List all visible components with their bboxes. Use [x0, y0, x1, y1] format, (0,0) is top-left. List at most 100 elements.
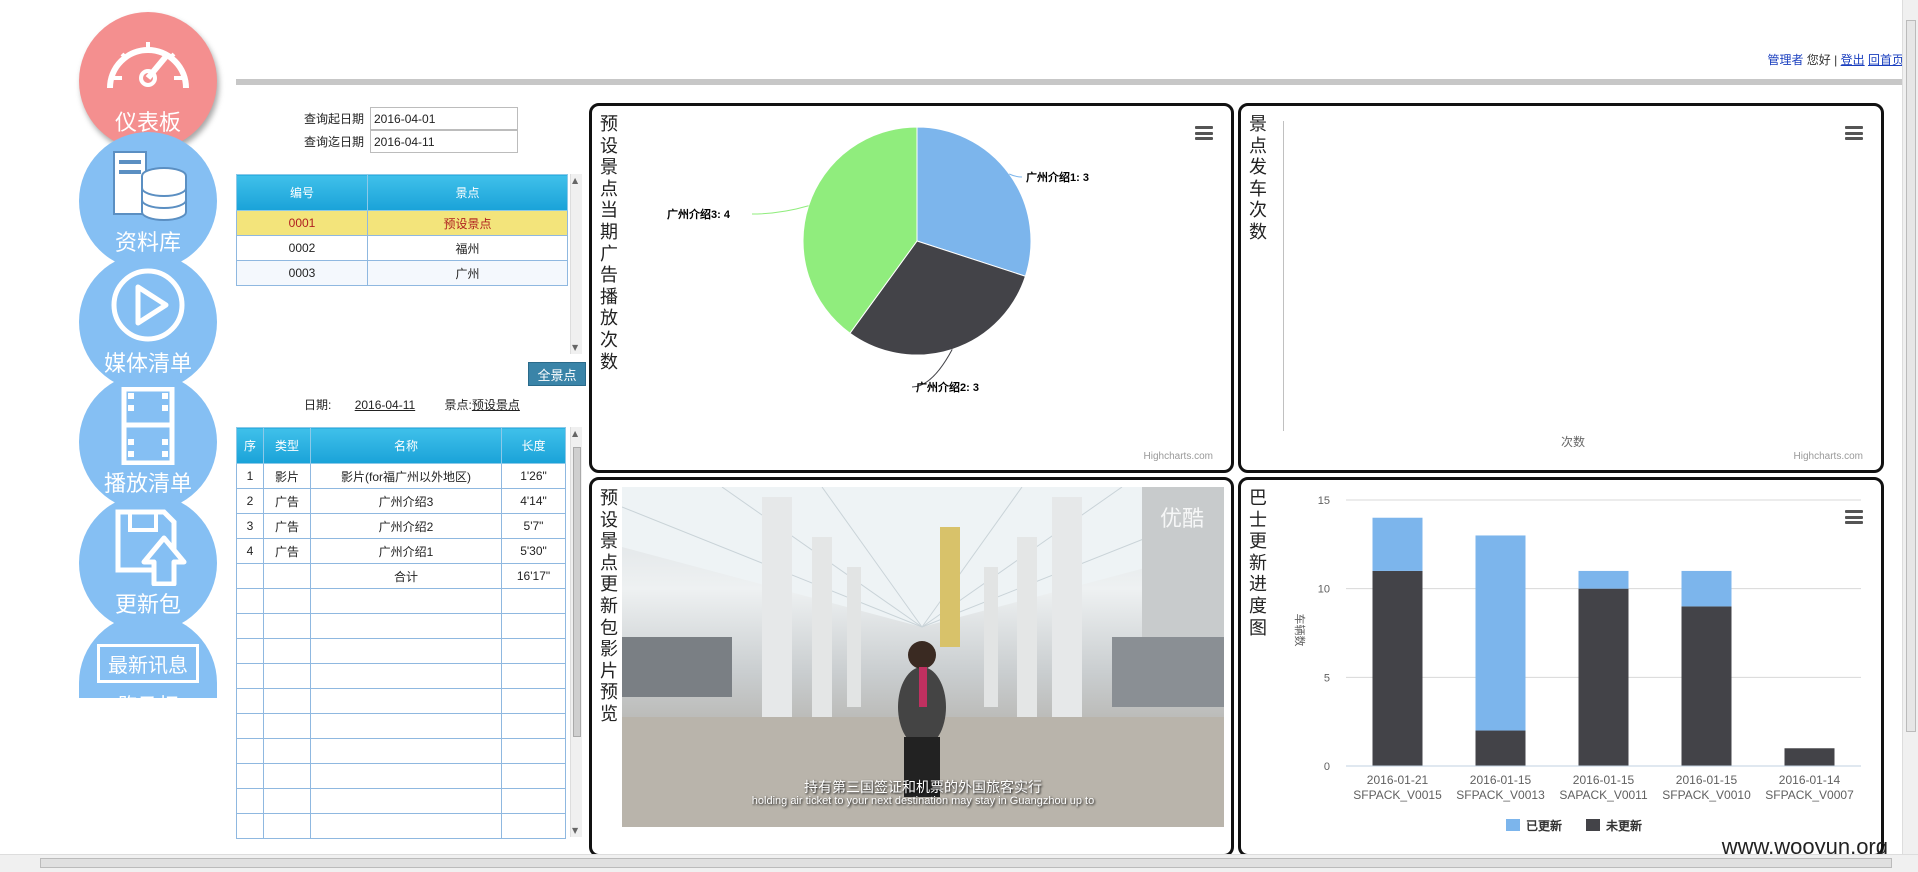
- col-header-type: 类型: [263, 427, 311, 464]
- length-cell: 5'7": [501, 513, 566, 539]
- y-tick-label: 15: [1318, 495, 1330, 507]
- empty-cell: [263, 563, 311, 589]
- empty-row: [236, 688, 566, 714]
- media-row[interactable]: 4 广告 广州介绍1 5'30": [236, 538, 566, 564]
- col-header-length: 长度: [501, 427, 566, 464]
- media-row[interactable]: 1 影片 影片(for福广州以外地区) 1'26": [236, 463, 566, 489]
- x-tick-label: SFPACK_V0013: [1456, 788, 1545, 802]
- empty-row: [236, 638, 566, 664]
- legend-swatch[interactable]: [1506, 819, 1520, 831]
- bar-updated[interactable]: [1475, 535, 1526, 731]
- page-horizontal-scrollbar[interactable]: [0, 854, 1918, 872]
- col-header-id: 编号: [236, 174, 368, 211]
- page: 仪表板资料库媒体清单播放清单更新包最新讯息跑马灯 管理者 您好 | 登出 回首页…: [0, 0, 1918, 872]
- spot-row[interactable]: 0002 福州: [236, 235, 568, 261]
- spot-label: 景点:: [444, 398, 472, 412]
- spot-value[interactable]: 预设景点: [472, 398, 520, 412]
- y-tick-label: 0: [1324, 761, 1330, 773]
- name-cell: 广州介绍3: [310, 488, 502, 514]
- y-axis-label: 车辆数: [1293, 614, 1307, 647]
- nav-item-5[interactable]: 最新讯息跑马灯: [79, 614, 217, 698]
- y-tick-label: 5: [1324, 672, 1330, 684]
- bar-updated[interactable]: [1372, 517, 1423, 571]
- page-vertical-scrollbar[interactable]: [1902, 0, 1918, 854]
- page-hscroll-thumb[interactable]: [40, 858, 1892, 868]
- end-date-input[interactable]: [370, 130, 518, 153]
- user-role: 管理者: [1767, 53, 1804, 67]
- nav-item-2[interactable]: 媒体清单: [79, 253, 217, 391]
- x-tick-label: 2016-01-15: [1573, 773, 1635, 787]
- pie-chart: 广州介绍1: 3 广州介绍2: 3 广州介绍3: 4: [667, 126, 1089, 394]
- spot-id-cell: 0003: [236, 260, 368, 286]
- pie-data-label-2: 广州介绍2: 3: [916, 380, 979, 394]
- x-tick-label: SAPACK_V0011: [1559, 788, 1648, 802]
- start-date-row: 查询起日期: [304, 107, 518, 130]
- empty-row: [236, 813, 566, 839]
- end-date-row: 查询迄日期: [304, 130, 518, 153]
- trips-chart-panel: 景点发车次数 次数 Highcharts.com: [1238, 103, 1884, 473]
- legend-item: 未更新: [1605, 818, 1642, 833]
- bar-pending[interactable]: [1681, 606, 1732, 766]
- subtitle-en: holding air ticket to your next destinat…: [751, 795, 1095, 807]
- total-value: 16'17": [501, 563, 566, 589]
- home-link[interactable]: 回首页: [1868, 53, 1904, 67]
- x-tick-label: 2016-01-15: [1470, 773, 1532, 787]
- empty-row: [236, 588, 566, 614]
- media-row[interactable]: 3 广告 广州介绍2 5'7": [236, 513, 566, 539]
- start-date-label: 查询起日期: [304, 112, 365, 126]
- start-date-input[interactable]: [370, 107, 518, 130]
- bar-pending[interactable]: [1578, 588, 1629, 766]
- legend-item: 已更新: [1526, 818, 1562, 833]
- seq-cell: 1: [236, 463, 264, 489]
- pie-data-label-1: 广州介绍1: 3: [1026, 170, 1089, 184]
- empty-row: [236, 613, 566, 639]
- name-cell: 广州介绍1: [310, 538, 502, 564]
- bar-pending[interactable]: [1372, 570, 1423, 766]
- col-header-name: 名称: [310, 427, 502, 464]
- total-label: 合计: [310, 563, 502, 589]
- date-value[interactable]: 2016-04-11: [355, 398, 416, 412]
- news-icon: 最新讯息: [97, 644, 199, 683]
- bar-pending[interactable]: [1475, 730, 1526, 766]
- spot-name-cell: 广州: [367, 260, 568, 286]
- date-label: 日期:: [304, 398, 332, 412]
- bar-updated[interactable]: [1681, 570, 1732, 607]
- save-upload-icon: [102, 508, 194, 592]
- separator: |: [1834, 53, 1838, 67]
- highcharts-credit[interactable]: Highcharts.com: [1794, 451, 1863, 462]
- spot-row[interactable]: 0003 广州: [236, 260, 568, 286]
- page-vscroll-thumb[interactable]: [1906, 20, 1916, 732]
- empty-row: [236, 763, 566, 789]
- chart-menu-icon[interactable]: [1845, 126, 1863, 140]
- highcharts-credit[interactable]: Highcharts.com: [1144, 451, 1213, 462]
- x-tick-label: 2016-01-14: [1779, 773, 1841, 787]
- x-tick-label: SFPACK_V0015: [1353, 788, 1442, 802]
- subtitle-cn: 持有第三国签证和机票的外国旅客实行: [804, 780, 1042, 796]
- nav-item-0[interactable]: 仪表板: [79, 12, 217, 150]
- type-cell: 广告: [263, 538, 311, 564]
- empty-row: [236, 738, 566, 764]
- name-cell: 广州介绍2: [310, 513, 502, 539]
- media-scroll-thumb[interactable]: [573, 447, 581, 737]
- x-tick-label: SFPACK_V0010: [1662, 788, 1751, 802]
- nav-item-1[interactable]: 资料库: [79, 132, 217, 270]
- spot-name-cell: 预设景点: [367, 210, 568, 236]
- pie-connector-3: [751, 205, 809, 215]
- media-row[interactable]: 2 广告 广州介绍3 4'14": [236, 488, 566, 514]
- nav-item-4[interactable]: 更新包: [79, 494, 217, 632]
- logout-link[interactable]: 登出: [1841, 53, 1865, 67]
- type-cell: 广告: [263, 513, 311, 539]
- bar-updated[interactable]: [1578, 570, 1629, 589]
- user-bar: 管理者 您好 | 登出 回首页: [1767, 51, 1904, 68]
- media-scrollbar[interactable]: ▲ ▼: [570, 427, 582, 837]
- spots-scrollbar[interactable]: ▲ ▼: [570, 174, 582, 354]
- media-total-row: 合计 16'17": [236, 563, 566, 589]
- empty-row: [236, 663, 566, 689]
- spot-row[interactable]: 0001 预设景点: [236, 210, 568, 236]
- video-player[interactable]: 优酷 持有第三国签证和机票的外国旅客实行 holding air ticket …: [622, 487, 1224, 827]
- bar-pending[interactable]: [1784, 748, 1835, 766]
- legend-swatch[interactable]: [1586, 819, 1600, 831]
- all-spots-button[interactable]: 全景点: [528, 362, 586, 386]
- nav-item-3[interactable]: 播放清单: [79, 373, 217, 511]
- spots-table: 编号 景点 0001 预设景点 0002 福州 0003 广州: [236, 174, 568, 286]
